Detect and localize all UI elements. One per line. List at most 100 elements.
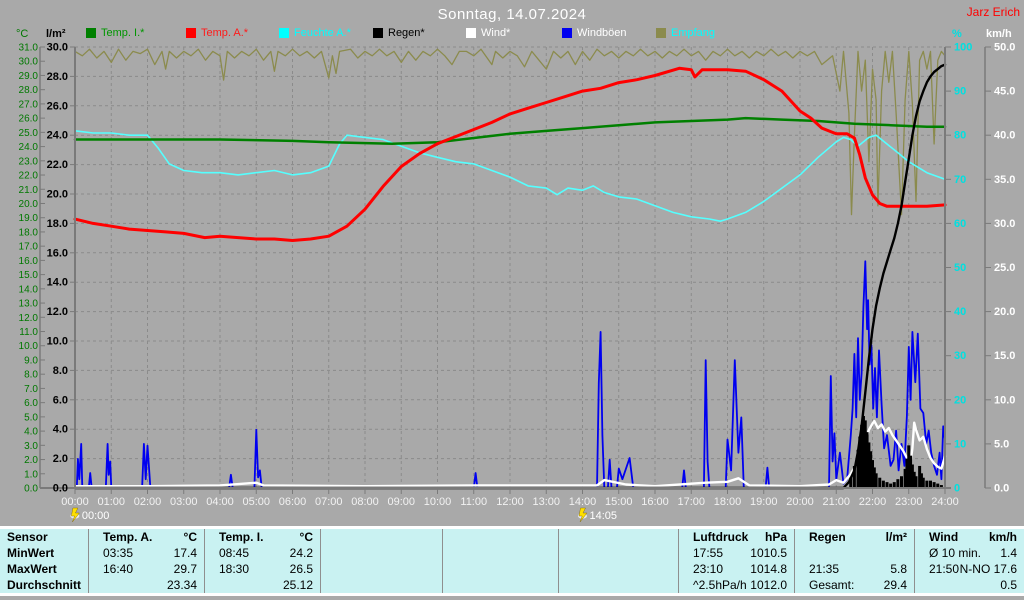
col-header-Temp. I.: Temp. I. °C: [204, 529, 320, 545]
stat-cell: 23:10 1014.8: [678, 561, 794, 577]
stat-time: 17:55: [693, 546, 724, 560]
legend-item-label: Temp. I.*: [101, 27, 145, 39]
legend-item-label: Feuchte A.*: [294, 27, 351, 39]
legend-item-temp--i--[interactable]: Temp. I.*: [86, 27, 144, 39]
stat-value: 1.4: [1000, 546, 1017, 560]
x-tick-label: 03:00: [170, 496, 198, 508]
legend-item-wind-[interactable]: Wind*: [466, 27, 510, 39]
chart-legend: °C l/m²% km/h Temp. I.* Temp. A.* Feuchte A.*…: [0, 27, 1024, 43]
x-tick-label: 20:00: [786, 496, 814, 508]
x-tick-label: 00:00: [61, 496, 89, 508]
stat-cell: ^2.5hPa/h 1012.0: [678, 577, 794, 593]
stat-cell: [442, 545, 558, 561]
stat-cell: [558, 545, 678, 561]
rain-lm2-label: 18.0: [47, 218, 68, 230]
stat-cell: Ø 10 min. 1.4: [914, 545, 1024, 561]
humidity-pct-label: 80: [954, 130, 966, 142]
legend-item-regen-[interactable]: Regen*: [373, 27, 425, 39]
temp-c-label: 0.0: [24, 484, 38, 495]
stat-time: Gesamt:: [809, 578, 855, 592]
row-header-maxwert: MaxWert: [0, 561, 88, 577]
wind-kmh-label: 0.0: [994, 483, 1009, 495]
temp-c-label: 9.0: [24, 355, 38, 366]
wind-kmh-label: 30.0: [994, 218, 1015, 230]
stat-value: 17.4: [173, 546, 197, 560]
x-tick-label: 02:00: [134, 496, 162, 508]
row-header-minwert: MinWert: [0, 545, 88, 561]
stat-time: Temp. I.: [219, 530, 264, 544]
legend-swatch-icon: [373, 28, 383, 38]
stat-cell: 0.5: [914, 577, 1024, 593]
weather-station-dashboard: 0.0 1.0 2.0 3.0 4.0 5.0 6.0 7.0 8.0 9.0 10.0 11.0 12…: [0, 0, 1024, 600]
stat-value: 25.12: [282, 578, 313, 592]
stat-value: km/h: [988, 530, 1017, 544]
rain-bar: [900, 476, 903, 488]
humidity-pct-label: 60: [954, 218, 966, 230]
stat-cell: [320, 561, 442, 577]
col-header-Temp. A.: Temp. A. °C: [88, 529, 204, 545]
weather-chart[interactable]: 0.0 1.0 2.0 3.0 4.0 5.0 6.0 7.0 8.0 9.0 10.0 11.0 12…: [0, 0, 1024, 524]
temp-c-label: 11.0: [19, 327, 38, 338]
temp-c-label: 22.0: [19, 171, 39, 182]
temp-c-label: 14.0: [19, 284, 39, 295]
legend-item-windb-en[interactable]: Windböen: [562, 27, 627, 39]
temp-c-label: 2.0: [24, 455, 38, 466]
temp-c-label: 27.0: [19, 99, 39, 110]
temp-c-label: 20.0: [19, 199, 39, 210]
legend-item-feuchte-a--[interactable]: Feuchte A.*: [279, 27, 351, 39]
stat-cell: [442, 561, 558, 577]
stats-grid: Sensor Temp. A. °C Temp. I. °C Luftdruck hPa Re…: [0, 529, 1024, 593]
rain-bar: [925, 480, 929, 488]
axis-unit-temp: °C: [16, 28, 29, 40]
stat-cell: 25.12: [204, 577, 320, 593]
stat-value: 24.2: [289, 546, 313, 560]
rain-lm2-label: 10.0: [47, 336, 68, 348]
temp-c-label: 4.0: [24, 427, 38, 438]
temp-c-label: 3.0: [24, 441, 38, 452]
rain-lm2-label: 24.0: [47, 130, 68, 142]
rain-lm2-label: 30.0: [47, 42, 68, 54]
marker-time-label: 00:00: [82, 510, 110, 522]
legend-item-temp--a--[interactable]: Temp. A.*: [186, 27, 248, 39]
stat-cell: 21:50 N-NO 17.6: [914, 561, 1024, 577]
stat-time: 21:50: [929, 562, 960, 576]
stat-value: 5.8: [890, 562, 907, 576]
stat-time: 18:30: [219, 562, 250, 576]
rain-lm2-label: 6.0: [53, 394, 68, 406]
x-tick-label: 19:00: [750, 496, 778, 508]
x-tick-label: 14:00: [569, 496, 597, 508]
rain-bar: [896, 479, 900, 488]
temp-c-label: 16.0: [19, 256, 39, 267]
rain-bar: [878, 477, 882, 488]
wind-kmh-label: 20.0: [994, 306, 1015, 318]
x-tick-label: 17:00: [677, 496, 705, 508]
legend-item-empfang[interactable]: Empfang: [656, 27, 715, 39]
series-wind-: [73, 419, 947, 488]
rain-bar: [929, 480, 932, 488]
temp-c-label: 7.0: [24, 384, 38, 395]
rain-lm2-label: 14.0: [47, 277, 68, 289]
stat-value: 0.5: [1000, 578, 1017, 592]
stat-time: Luftdruck: [693, 530, 749, 544]
x-tick-label: 06:00: [279, 496, 307, 508]
axis-unit-humidity: %: [952, 28, 962, 40]
stat-cell: 23.34: [88, 577, 204, 593]
col-header-empty: [320, 529, 442, 545]
stat-cell: [320, 577, 442, 593]
wind-kmh-label: 40.0: [994, 130, 1015, 142]
rain-lm2-label: 0.0: [53, 483, 68, 495]
x-tick-label: 07:00: [315, 496, 343, 508]
humidity-pct-label: 70: [954, 174, 966, 186]
legend-swatch-icon: [656, 28, 666, 38]
stat-value: l/m²: [885, 530, 907, 544]
wind-kmh-label: 50.0: [994, 42, 1015, 54]
legend-swatch-icon: [562, 28, 572, 38]
rain-bar: [921, 477, 925, 488]
temp-c-label: 10.0: [19, 341, 39, 352]
temp-c-label: 13.0: [19, 299, 39, 310]
wind-kmh-label: 5.0: [994, 438, 1009, 450]
x-tick-label: 21:00: [822, 496, 850, 508]
x-tick-label: 18:00: [714, 496, 742, 508]
stat-cell: [442, 577, 558, 593]
marker-time-label: 14:05: [590, 510, 618, 522]
